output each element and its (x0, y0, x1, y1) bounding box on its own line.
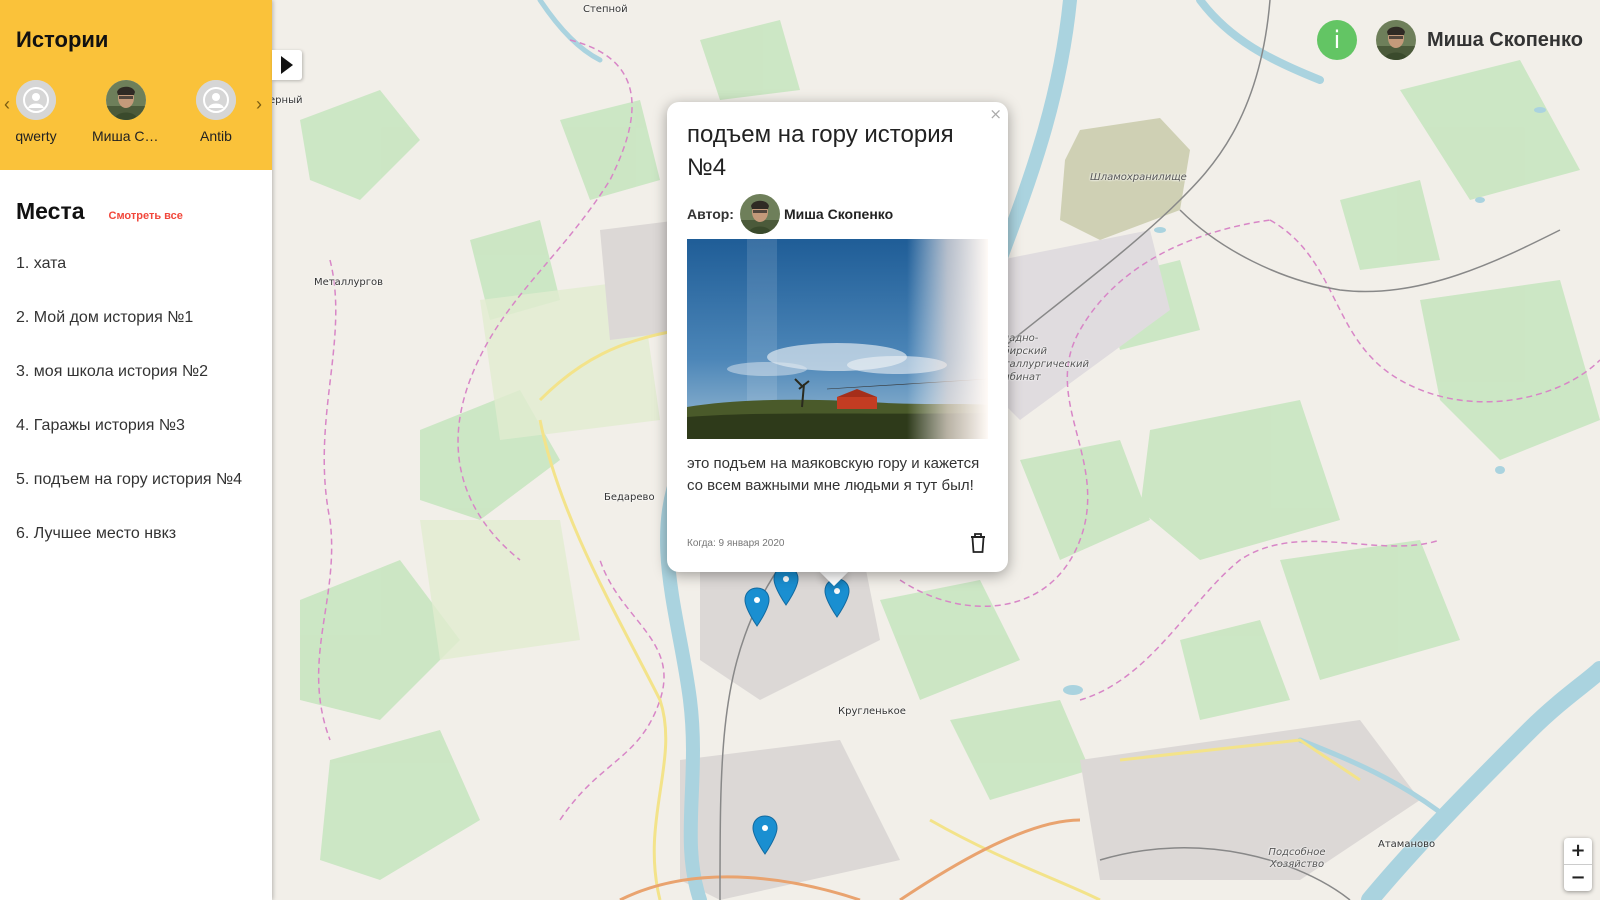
author-name[interactable]: Миша Скопенко (784, 206, 893, 222)
avatar (1376, 20, 1416, 60)
map-marker[interactable] (744, 587, 770, 627)
place-item[interactable]: 2. Мой дом история №1 (16, 309, 256, 363)
popup-author: Автор: Миша Скопенко (687, 194, 893, 234)
avatar (106, 80, 146, 120)
play-arrow-icon (281, 56, 293, 74)
map-label-bedarevo: Бедарево (604, 492, 655, 503)
default-user-icon (196, 80, 236, 120)
story-name: qwerty (15, 128, 57, 144)
user-name: Миша Скопенко (1427, 28, 1583, 51)
stories-title: Истории (16, 27, 109, 52)
default-user-icon (16, 80, 56, 120)
popup-title: подъем на гору история №4 (687, 121, 954, 181)
place-item[interactable]: 5. подъем на гору история №4 (16, 471, 256, 525)
story-date: Когда: 9 января 2020 (687, 538, 785, 549)
map-marker[interactable] (773, 566, 799, 606)
map-label-kruglenkoe: Кругленькое (838, 706, 906, 717)
sidebar: Истории ‹ › qwerty Миша Скопенко Antib М… (0, 0, 272, 900)
story-name: Antib (200, 128, 232, 144)
place-item[interactable]: 6. Лучшее место нвкз (16, 525, 256, 579)
trash-icon[interactable] (968, 532, 988, 554)
map-label-metallurgov: Металлургов (314, 277, 384, 288)
map-label-atamanovo: Атаманово (1378, 839, 1436, 850)
story-item-misha[interactable]: Миша Скопенко (88, 80, 164, 144)
map-label-stepnoy: Степной (583, 4, 628, 15)
zoom-control: + − (1564, 838, 1592, 891)
places-list: 1. хата 2. Мой дом история №1 3. моя шко… (16, 255, 256, 579)
story-name: Миша Скопенко (92, 128, 164, 144)
map-marker[interactable] (752, 815, 778, 855)
story-photo (687, 239, 988, 439)
place-item[interactable]: 1. хата (16, 255, 256, 309)
info-icon: i (1333, 26, 1341, 54)
story-item-antib[interactable]: Antib (178, 80, 254, 144)
map-label-podsobnoe: Подсобное Хозяйство (1268, 847, 1326, 870)
stories-panel: Истории ‹ › qwerty Миша Скопенко Antib (0, 0, 272, 170)
place-item[interactable]: 3. моя школа история №2 (16, 363, 256, 417)
stories-next-icon[interactable]: › (254, 95, 264, 113)
map-marker-active[interactable] (824, 578, 850, 618)
close-icon[interactable]: × (989, 105, 1002, 123)
avatar[interactable] (739, 194, 780, 234)
place-item[interactable]: 4. Гаражы история №3 (16, 417, 256, 471)
places-panel: Места Смотреть все 1. хата 2. Мой дом ис… (0, 170, 272, 579)
story-item-qwerty[interactable]: qwerty (0, 80, 74, 144)
see-all-link[interactable]: Смотреть все (109, 210, 183, 222)
story-popup: × подъем на гору история №4 Автор: Миша … (667, 102, 1008, 572)
zoom-out-button[interactable]: − (1564, 864, 1592, 891)
places-title: Места (16, 198, 85, 224)
zoom-in-button[interactable]: + (1564, 838, 1592, 864)
info-button[interactable]: i (1317, 20, 1357, 60)
story-text: это подъем на маяковскую гору и кажется … (687, 455, 980, 494)
author-label: Автор: (687, 206, 734, 222)
sidebar-toggle-button[interactable] (272, 50, 302, 80)
map-label-shlamohranilishche: Шламохранилище (1090, 172, 1187, 183)
user-menu[interactable]: Миша Скопенко (1376, 20, 1583, 60)
